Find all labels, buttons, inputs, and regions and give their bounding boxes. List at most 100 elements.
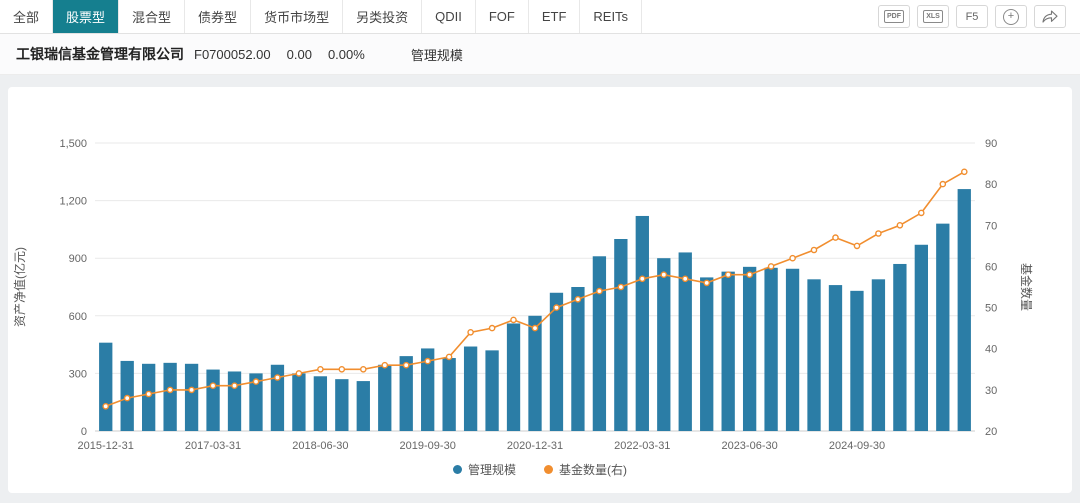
fund-count-point xyxy=(189,387,194,392)
tab-混合型[interactable]: 混合型 xyxy=(119,0,185,33)
fund-count-point xyxy=(876,231,881,236)
right-axis-tick-label: 70 xyxy=(985,220,997,232)
fund-count-point xyxy=(339,367,344,372)
right-axis-tick-label: 30 xyxy=(985,385,997,397)
fund-count-point xyxy=(618,284,623,289)
bar-aum xyxy=(786,269,799,431)
fund-count-point xyxy=(683,276,688,281)
fund-count-point xyxy=(833,235,838,240)
fund-count-point xyxy=(597,289,602,294)
bar-aum xyxy=(485,350,498,431)
tab-全部[interactable]: 全部 xyxy=(0,0,53,33)
bar-aum xyxy=(958,189,971,431)
x-axis-tick-label: 2018-06-30 xyxy=(292,440,348,452)
x-axis-tick-label: 2023-06-30 xyxy=(721,440,777,452)
bar-aum xyxy=(185,364,198,431)
tab-货币市场型[interactable]: 货币市场型 xyxy=(251,0,343,33)
fund-count-point xyxy=(253,379,258,384)
tab-债券型[interactable]: 债券型 xyxy=(185,0,251,33)
bar-aum xyxy=(142,364,155,431)
fund-count-point xyxy=(425,359,430,364)
fund-count-point xyxy=(575,297,580,302)
metric-label: 管理规模 xyxy=(411,45,463,64)
bar-aum xyxy=(829,285,842,431)
tab-REITs[interactable]: REITs xyxy=(580,0,642,33)
bar-aum xyxy=(528,316,541,431)
toolbar: PDF XLS F5 + xyxy=(878,0,1080,33)
tab-FOF[interactable]: FOF xyxy=(476,0,529,33)
fund-count-point xyxy=(232,383,237,388)
fund-count-point xyxy=(361,367,366,372)
fund-count-point xyxy=(404,363,409,368)
bar-aum xyxy=(206,370,219,431)
legend-item-管理规模[interactable]: 管理规模 xyxy=(453,461,516,478)
right-axis-tick-label: 50 xyxy=(985,303,997,315)
bar-aum xyxy=(507,323,520,431)
fund-count-point xyxy=(296,371,301,376)
fund-count-point xyxy=(168,387,173,392)
bar-aum xyxy=(743,267,756,431)
legend-item-基金数量(右)[interactable]: 基金数量(右) xyxy=(544,461,627,478)
bar-aum xyxy=(378,365,391,431)
share-button[interactable] xyxy=(1034,5,1066,28)
add-button[interactable]: + xyxy=(995,5,1027,28)
fund-code: F0700052.00 xyxy=(194,47,271,62)
info-bar: 工银瑞信基金管理有限公司 F0700052.00 0.00 0.00% 管理规模 xyxy=(0,34,1080,75)
fund-count-point xyxy=(554,305,559,310)
fund-count-point xyxy=(146,391,151,396)
export-xls-button[interactable]: XLS xyxy=(917,5,949,28)
bar-aum xyxy=(442,358,455,431)
fund-count-point xyxy=(962,169,967,174)
tab-股票型[interactable]: 股票型 xyxy=(53,0,119,33)
fund-count-point xyxy=(125,396,130,401)
left-axis-tick-label: 0 xyxy=(81,426,87,438)
right-axis-tick-label: 40 xyxy=(985,344,997,356)
tab-另类投资[interactable]: 另类投资 xyxy=(343,0,422,33)
bar-aum xyxy=(550,293,563,431)
fund-count-point xyxy=(897,223,902,228)
fund-count-point xyxy=(275,375,280,380)
fund-count-point xyxy=(811,247,816,252)
left-axis-tick-label: 1,200 xyxy=(59,196,87,208)
bar-aum xyxy=(228,371,241,431)
x-axis-tick-label: 2017-03-31 xyxy=(185,440,241,452)
chart-legend: 管理规模 基金数量(右) xyxy=(8,461,1072,478)
chart-card: 03006009001,2001,50020304050607080902015… xyxy=(8,87,1072,493)
left-axis-tick-label: 300 xyxy=(69,368,87,380)
bar-aum xyxy=(893,264,906,431)
legend-label: 基金数量(右) xyxy=(559,461,627,478)
x-axis-tick-label: 2015-12-31 xyxy=(78,440,134,452)
left-axis-tick-label: 1,500 xyxy=(59,138,87,150)
bar-aum xyxy=(872,279,885,431)
x-axis-tick-label: 2024-09-30 xyxy=(829,440,885,452)
bar-aum xyxy=(636,216,649,431)
fund-count-point xyxy=(704,280,709,285)
left-axis-tick-label: 600 xyxy=(69,311,87,323)
tab-QDII[interactable]: QDII xyxy=(422,0,476,33)
x-axis-tick-label: 2020-12-31 xyxy=(507,440,563,452)
left-axis-title: 资产净值(亿元) xyxy=(12,247,27,327)
fund-count-point xyxy=(769,264,774,269)
right-axis-tick-label: 20 xyxy=(985,426,997,438)
fund-count-point xyxy=(532,326,537,331)
fund-count-point xyxy=(490,326,495,331)
fund-type-tabs: 全部股票型混合型债券型货币市场型另类投资QDIIFOFETFREITs xyxy=(0,0,642,33)
bar-aum xyxy=(764,268,777,431)
legend-dot-icon xyxy=(544,465,553,474)
bar-aum xyxy=(722,272,735,431)
refresh-f5-button[interactable]: F5 xyxy=(956,5,988,28)
export-pdf-button[interactable]: PDF xyxy=(878,5,910,28)
tab-ETF[interactable]: ETF xyxy=(529,0,581,33)
x-axis-tick-label: 2019-09-30 xyxy=(400,440,456,452)
company-name: 工银瑞信基金管理有限公司 xyxy=(16,44,184,64)
right-axis-tick-label: 80 xyxy=(985,179,997,191)
change-value: 0.00 xyxy=(287,47,312,62)
bar-aum xyxy=(915,245,928,431)
share-icon xyxy=(1042,10,1058,23)
x-axis-tick-label: 2022-03-31 xyxy=(614,440,670,452)
fund-count-point xyxy=(447,354,452,359)
bar-aum xyxy=(571,287,584,431)
right-axis-tick-label: 60 xyxy=(985,261,997,273)
combo-chart: 03006009001,2001,50020304050607080902015… xyxy=(8,103,1072,455)
fund-count-point xyxy=(210,383,215,388)
